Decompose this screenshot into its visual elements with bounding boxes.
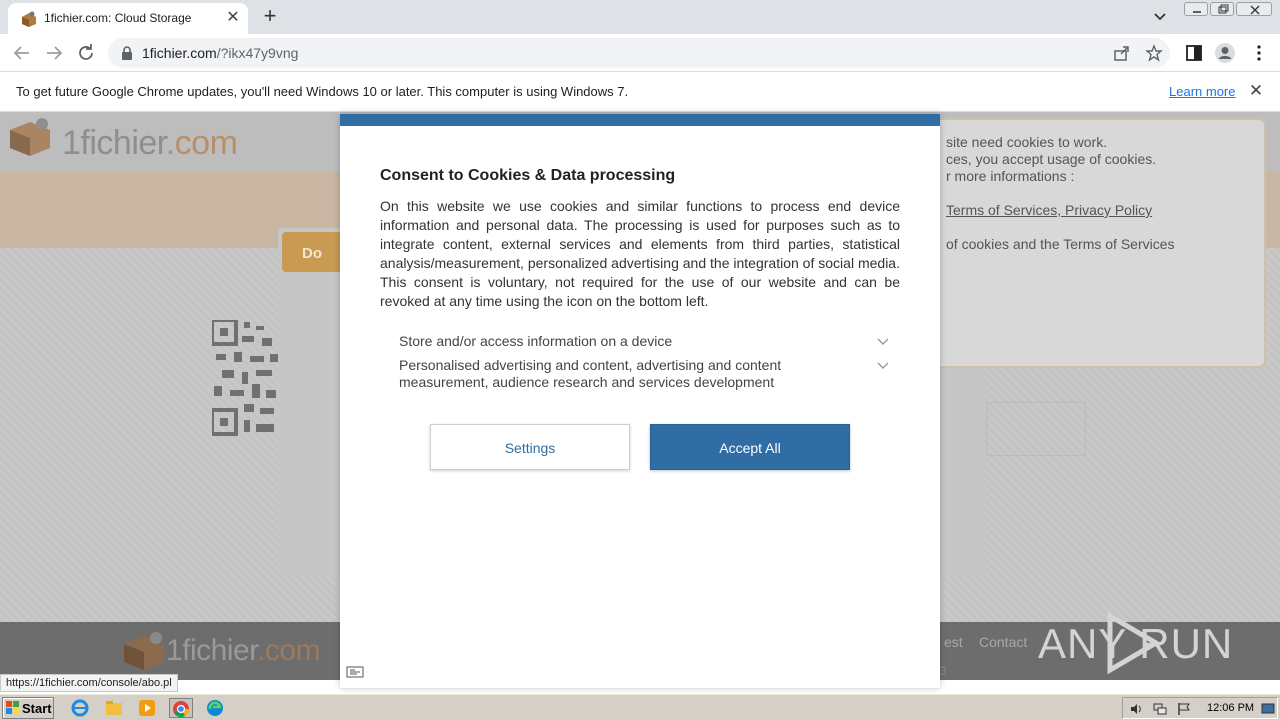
tab-strip: 1fichier.com: Cloud Storage ✕ + — [0, 0, 1280, 34]
minimize-button[interactable] — [1184, 2, 1208, 16]
consent-settings-icon[interactable] — [346, 666, 364, 678]
back-arrow-icon[interactable] — [11, 42, 33, 64]
purpose-storage[interactable]: Store and/or access information on a dev… — [399, 333, 819, 350]
address-bar[interactable]: 1fichier.com/?ikx47y9vng — [108, 38, 1170, 68]
ie-icon[interactable] — [70, 698, 90, 718]
windows-logo-icon — [6, 701, 19, 714]
terms-cookies-link[interactable]: of cookies and the Terms of Services — [946, 236, 1175, 252]
start-label: Start — [22, 701, 52, 716]
notice-line-3: r more informations : — [946, 168, 1075, 184]
notice-line-1: site need cookies to work. — [946, 134, 1108, 150]
infobar-message: To get future Google Chrome updates, you… — [16, 84, 629, 99]
cookie-notice-card: site need cookies to work. ces, you acce… — [930, 118, 1266, 368]
action-center-flag-icon[interactable] — [1177, 702, 1191, 716]
clock: 12:06 PM — [1207, 702, 1255, 714]
close-window-button[interactable] — [1236, 2, 1272, 16]
reload-icon[interactable] — [75, 42, 97, 64]
status-url-bubble: https://1fichier.com/console/abo.pl — [0, 674, 178, 692]
consent-title: Consent to Cookies & Data processing — [380, 167, 676, 184]
dialog-header-bar — [340, 114, 940, 126]
footer-fragment: 3 — [940, 664, 947, 678]
browser-toolbar: 1fichier.com/?ikx47y9vng — [0, 34, 1280, 72]
footer-logo-box-icon — [124, 632, 164, 670]
download-button-label: Do — [302, 245, 322, 262]
settings-button[interactable]: Settings — [430, 424, 630, 470]
chrome-taskbar-button[interactable] — [169, 698, 193, 718]
site-logo[interactable]: 1fichier.com — [62, 124, 238, 163]
infobar-close-icon[interactable]: ✕ — [1247, 82, 1265, 100]
notice-line-2: ces, you accept usage of cookies. — [946, 151, 1157, 167]
chevron-down-icon[interactable] — [1150, 7, 1170, 27]
media-player-icon[interactable] — [137, 698, 157, 718]
show-desktop-icon[interactable] — [1261, 702, 1275, 716]
url-text: 1fichier.com/?ikx47y9vng — [142, 45, 299, 61]
volume-icon[interactable] — [1129, 702, 1143, 716]
more-menu-icon[interactable] — [1248, 42, 1270, 64]
terms-privacy-link[interactable]: Terms of Services, Privacy Policy — [946, 202, 1152, 218]
restore-button[interactable] — [1210, 2, 1234, 16]
anyrun-watermark: ANY RUN — [1038, 611, 1238, 675]
chevron-down-icon[interactable] — [876, 335, 890, 349]
qr-code — [212, 320, 278, 436]
restore-icon — [1218, 4, 1229, 14]
chrome-icon — [173, 701, 190, 718]
learn-more-link[interactable]: Learn more — [1169, 84, 1235, 99]
consent-body: On this website we use cookies and simil… — [380, 198, 900, 309]
update-infobar: To get future Google Chrome updates, you… — [0, 72, 1280, 112]
tab-1fichier[interactable]: 1fichier.com: Cloud Storage ✕ — [8, 3, 248, 34]
folder-icon[interactable] — [104, 698, 124, 718]
accept-all-button[interactable]: Accept All — [650, 424, 850, 470]
decorative-box — [986, 402, 1086, 456]
profile-avatar-icon[interactable] — [1214, 42, 1236, 64]
bookmark-star-icon[interactable] — [1145, 44, 1163, 62]
tab-close-icon[interactable]: ✕ — [224, 9, 242, 27]
chevron-down-icon[interactable] — [876, 359, 890, 373]
system-tray: 12:06 PM — [1122, 697, 1278, 719]
start-button[interactable]: Start — [2, 697, 54, 719]
side-panel-icon[interactable] — [1183, 42, 1205, 64]
consent-dialog: Consent to Cookies & Data processing On … — [340, 114, 940, 688]
close-icon — [1250, 5, 1260, 15]
purpose-advertising[interactable]: Personalised advertising and content, ad… — [399, 357, 819, 391]
tab-title: 1fichier.com: Cloud Storage — [44, 11, 192, 25]
new-tab-icon[interactable]: + — [258, 5, 282, 29]
favicon-icon — [22, 11, 36, 27]
network-icon[interactable] — [1153, 702, 1167, 716]
share-icon[interactable] — [1113, 44, 1131, 62]
minimize-icon — [1193, 11, 1201, 13]
lock-icon[interactable] — [121, 46, 133, 60]
taskbar: Start 12:06 PM — [0, 694, 1280, 720]
footer-logo[interactable]: 1fichier.com — [166, 634, 321, 668]
footer-link-partial[interactable]: est — [944, 634, 963, 650]
forward-arrow-icon[interactable] — [43, 42, 65, 64]
site-logo-box-icon — [10, 118, 50, 156]
anyrun-text: ANY RUN — [1038, 620, 1234, 667]
edge-icon[interactable] — [205, 698, 225, 718]
footer-contact-link[interactable]: Contact — [979, 634, 1027, 650]
